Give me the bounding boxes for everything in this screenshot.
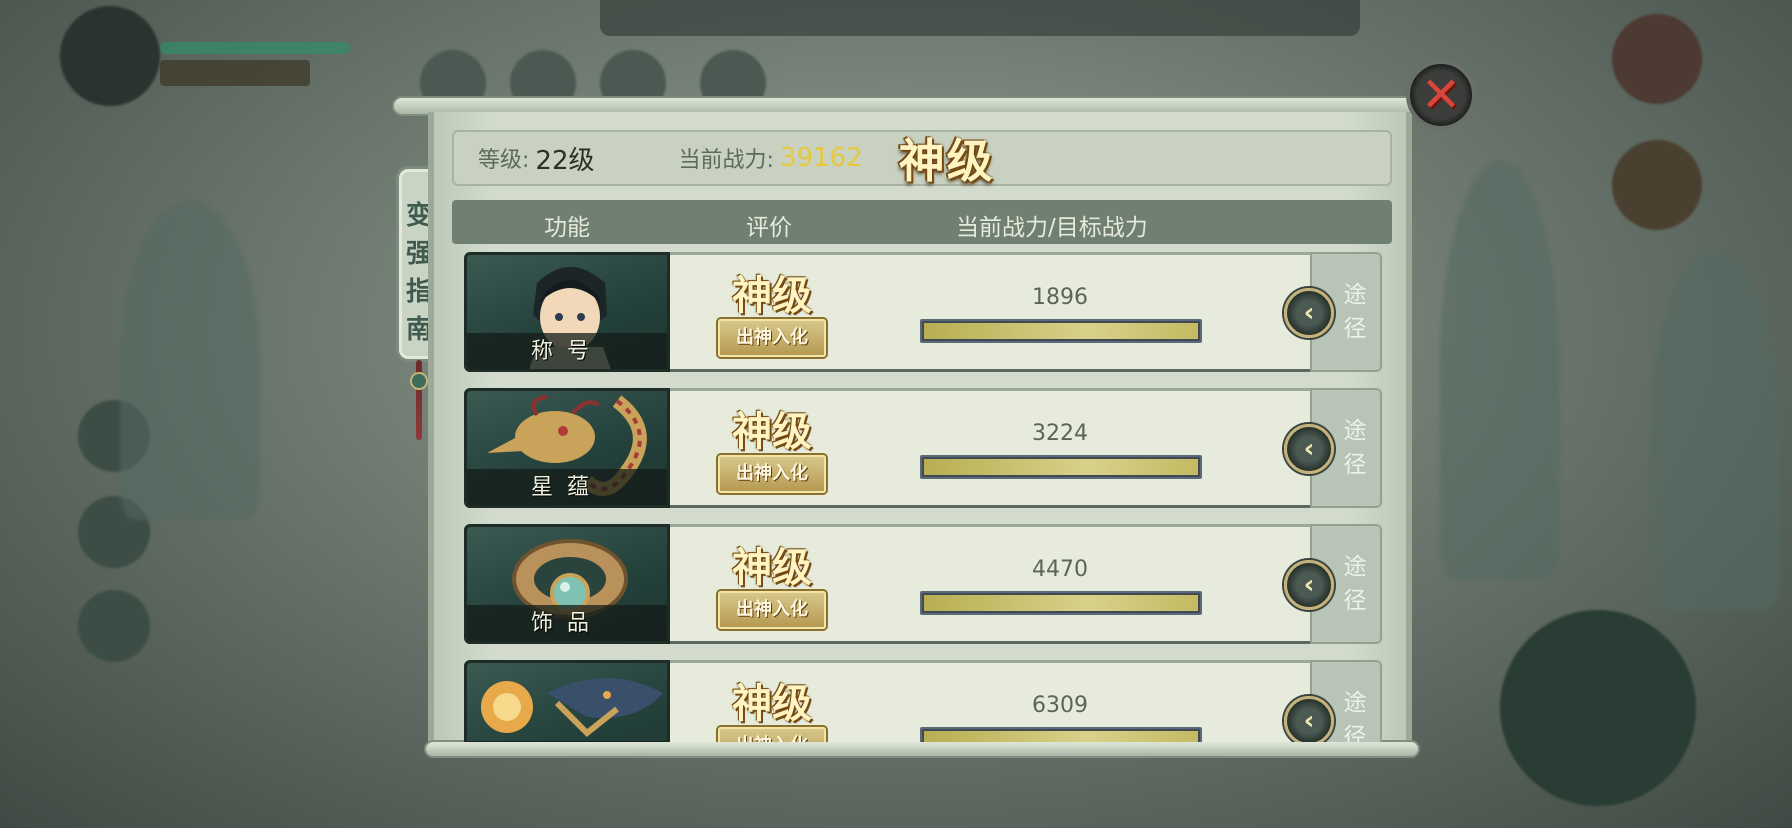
row-thumbnail: 星蕴	[464, 388, 670, 508]
row-rating-badge: 出神入化	[718, 455, 826, 493]
row-thumbnail: 饰品	[464, 524, 670, 644]
progress-fill	[924, 731, 1198, 742]
list-item: 饰品 神级 出神入化 4470 途径 ‹	[464, 522, 1382, 646]
route-label: 途径	[1343, 690, 1367, 742]
row-grade: 神级	[732, 272, 812, 319]
chevron-left-icon[interactable]: ‹	[1284, 696, 1334, 742]
player-name-bar	[160, 60, 310, 86]
row-label: 星蕴	[530, 475, 603, 500]
row-body: 神级 出神入化 4470	[670, 524, 1310, 644]
chevron-left-icon[interactable]: ‹	[1284, 424, 1334, 474]
level-label: 等级:	[478, 148, 530, 173]
level-value: 22级	[535, 145, 595, 176]
top-resource-bar	[600, 0, 1360, 36]
power-label: 当前战力:	[678, 148, 774, 173]
bg-event-icon[interactable]	[1612, 140, 1702, 230]
row-grade: 神级	[732, 680, 812, 727]
label-band	[467, 741, 667, 742]
row-progress-bar	[920, 727, 1202, 742]
row-progress-bar	[920, 455, 1202, 479]
col-function: 功能	[544, 215, 590, 241]
route-label: 途径	[1343, 282, 1367, 342]
row-body: 神级 出神入化 6309	[670, 660, 1310, 742]
progress-fill	[924, 595, 1198, 611]
col-rating: 评价	[746, 215, 792, 241]
row-body: 神级 出神入化 3224	[670, 388, 1310, 508]
close-x-icon[interactable]: ✕	[1406, 60, 1476, 130]
jade-knot-icon	[410, 372, 428, 390]
player-info-bar: 等级: 22级 当前战力: 39162 神级	[452, 130, 1392, 188]
row-rating-badge: 出神入化	[718, 319, 826, 357]
bg-event-icon[interactable]	[1612, 14, 1702, 104]
bg-mountain	[1440, 160, 1560, 580]
row-power-value: 1896	[1032, 285, 1088, 310]
player-hp-bar	[160, 42, 350, 54]
row-thumbnail: 称号	[464, 252, 670, 372]
row-power-value: 3224	[1032, 421, 1088, 446]
dragon-pearl-icon	[481, 678, 663, 738]
row-progress-bar	[920, 591, 1202, 615]
scroll-bottom-rod	[424, 740, 1420, 758]
row-progress-bar	[920, 319, 1202, 343]
row-rating-badge: 出神入化	[718, 591, 826, 629]
bg-mountain	[1650, 250, 1780, 610]
row-label: 称号	[530, 339, 603, 364]
route-label: 途径	[1343, 418, 1367, 478]
chevron-left-icon[interactable]: ‹	[1284, 288, 1334, 338]
player-avatar[interactable]	[60, 6, 160, 106]
row-label: 饰品	[530, 611, 603, 636]
row-body: 神级 出神入化 1896	[670, 252, 1310, 372]
row-grade: 神级	[732, 544, 812, 591]
overall-grade: 神级	[898, 134, 995, 188]
bg-joystick[interactable]	[1500, 610, 1696, 806]
row-power-value: 6309	[1032, 693, 1088, 718]
bg-mountain	[120, 200, 260, 520]
list-item: 星蕴 神级 出神入化 3224 途径 ‹	[464, 386, 1382, 510]
power-value: 39162	[779, 143, 863, 173]
column-header: 功能 评价 当前战力/目标战力	[452, 200, 1392, 244]
row-rating-badge: 出神入化	[718, 727, 826, 742]
row-power-value: 4470	[1032, 557, 1088, 582]
progress-fill	[924, 323, 1198, 339]
list-item: 神级 出神入化 6309 途径 ‹	[464, 658, 1382, 742]
bg-side-icon[interactable]	[78, 590, 150, 662]
row-thumbnail	[464, 660, 670, 742]
list-item: 称号 神级 出神入化 1896 途径 ‹	[464, 250, 1382, 374]
progress-fill	[924, 459, 1198, 475]
col-progress: 当前战力/目标战力	[956, 215, 1148, 241]
chevron-left-icon[interactable]: ‹	[1284, 560, 1334, 610]
guide-list[interactable]: 称号 神级 出神入化 1896 途径 ‹ 星蕴 神级 出神入化 3224 途径 …	[464, 250, 1382, 742]
route-label: 途径	[1343, 554, 1367, 614]
row-grade: 神级	[732, 408, 812, 455]
